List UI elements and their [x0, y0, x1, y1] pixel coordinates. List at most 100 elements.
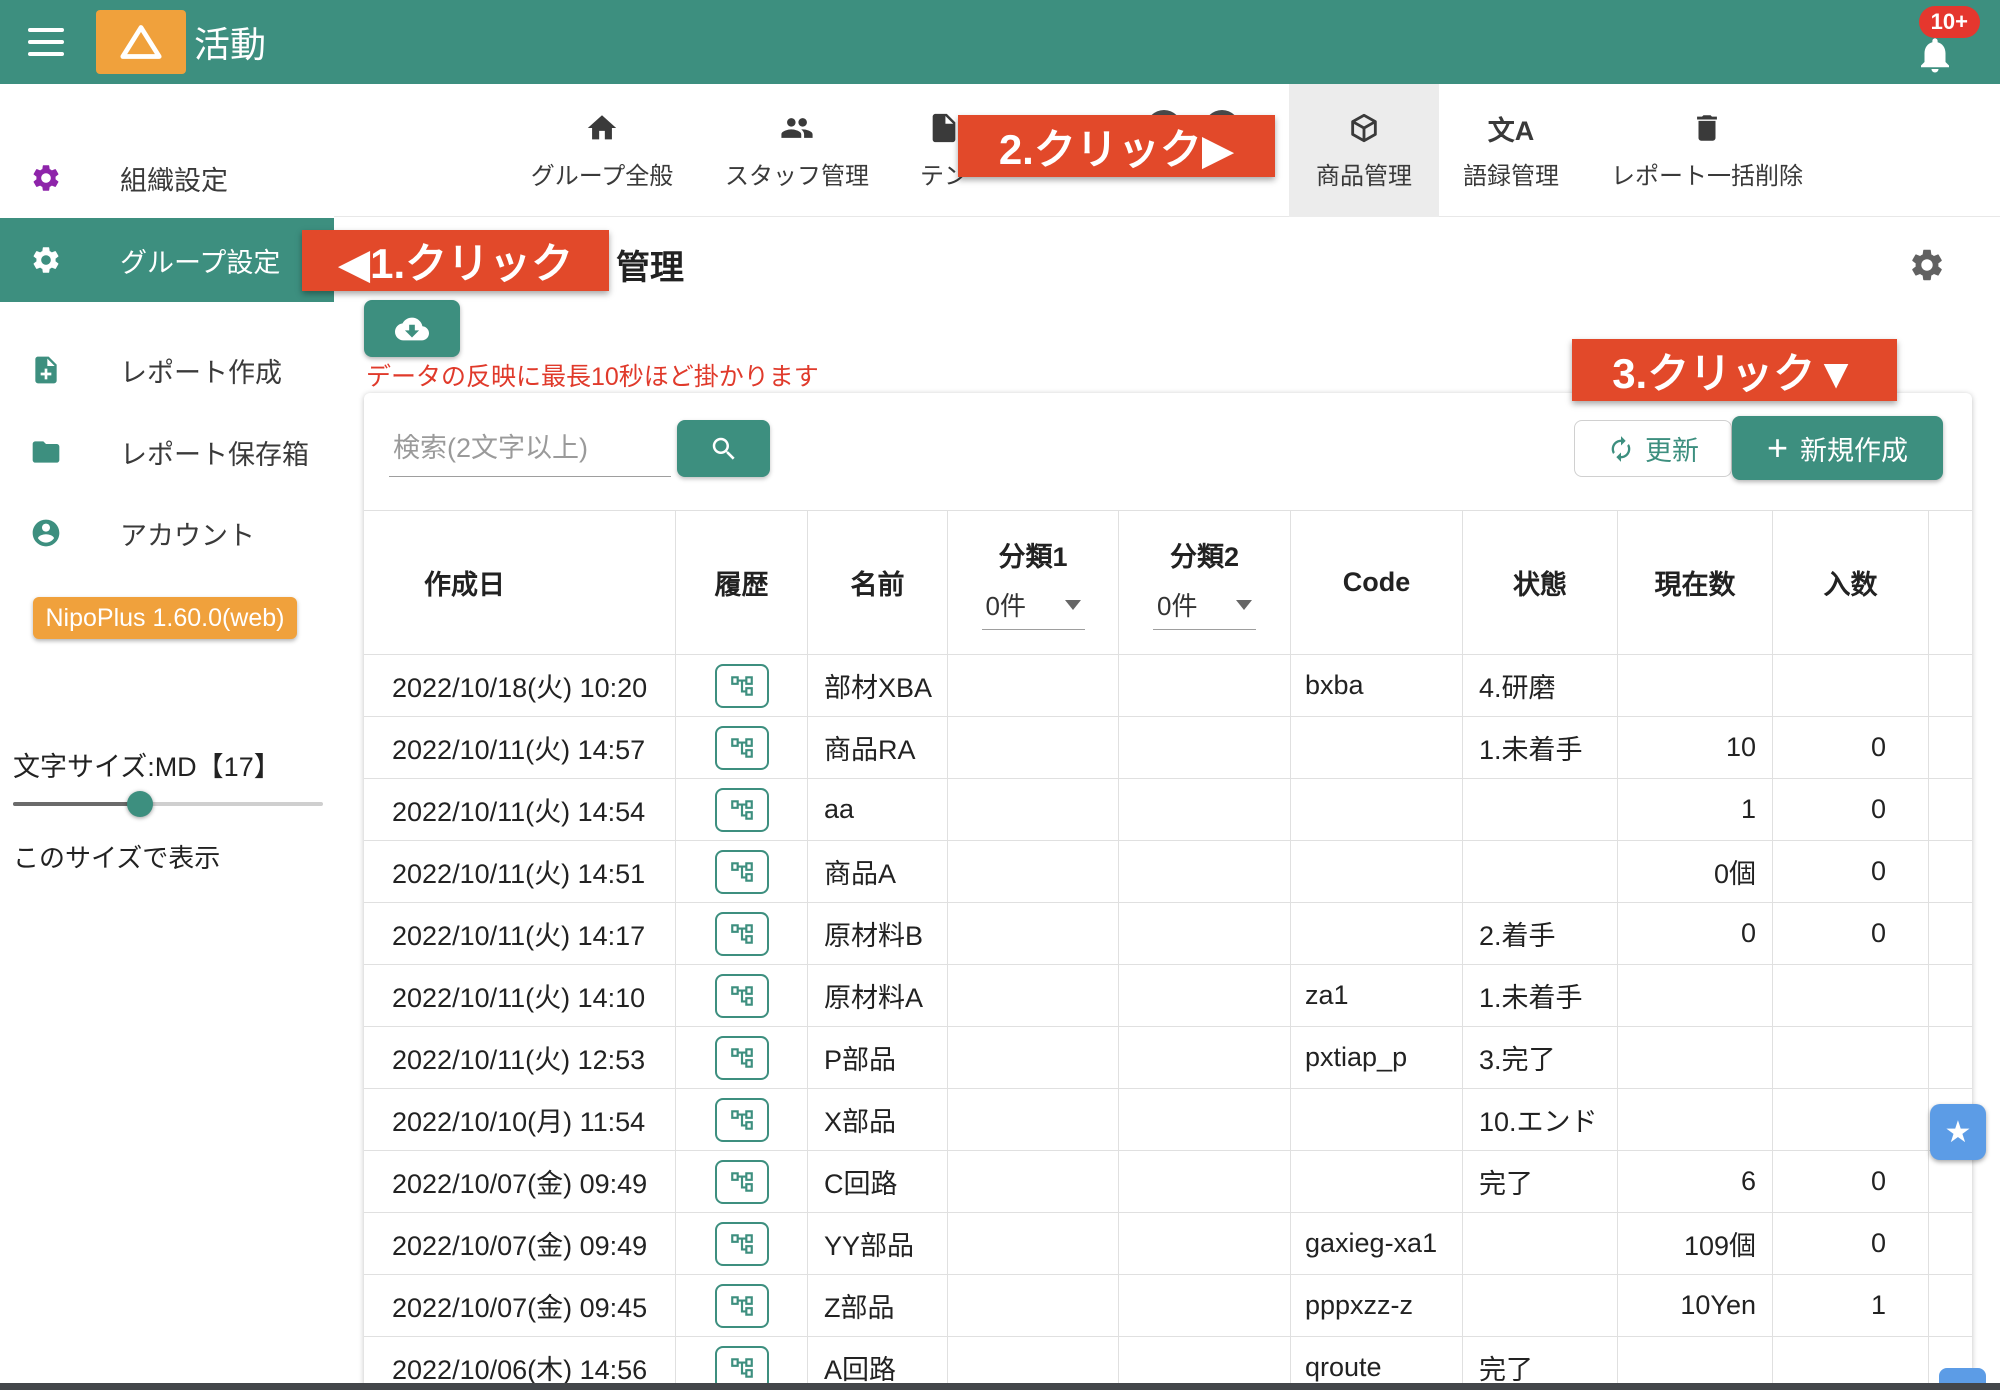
sidebar-item-org-settings[interactable]: 組織設定 [0, 136, 334, 220]
sidebar-item-account[interactable]: アカウント [0, 491, 334, 575]
history-button[interactable] [715, 850, 769, 894]
cell-class2 [1119, 655, 1291, 717]
history-button[interactable] [715, 1036, 769, 1080]
products-table: 作成日 履歴 名前 分類1 0件 分類2 0件 Code 状態 現在数 入数 [364, 510, 1972, 1390]
sidebar-item-create-report[interactable]: レポート作成 [0, 328, 334, 412]
cell-name: Z部品 [808, 1275, 948, 1337]
cell-class1 [948, 1027, 1119, 1089]
document-icon [926, 110, 962, 146]
sidebar-item-label: グループ設定 [120, 241, 280, 280]
font-size-slider[interactable] [13, 790, 323, 818]
cell-tag [1929, 655, 1972, 717]
cell-history [676, 903, 808, 965]
cell-history [676, 1213, 808, 1275]
search-input[interactable] [389, 420, 671, 477]
people-icon [779, 110, 815, 146]
cell-name: 原材料B [808, 903, 948, 965]
cell-current-count: 1 [1618, 779, 1773, 841]
history-button[interactable] [715, 1098, 769, 1142]
history-button[interactable] [715, 1222, 769, 1266]
slider-thumb[interactable] [127, 791, 153, 817]
version-button[interactable]: NipoPlus 1.60.0(web) [33, 597, 297, 639]
sidebar-item-group-settings[interactable]: グループ設定 [0, 218, 334, 302]
cell-name: C回路 [808, 1151, 948, 1213]
history-button[interactable] [715, 664, 769, 708]
sidebar-item-label: レポート保存箱 [120, 433, 309, 472]
history-button[interactable] [715, 974, 769, 1018]
cell-history [676, 1151, 808, 1213]
cell-created-date: 2022/10/11(火) 14:51 [364, 841, 676, 903]
triangle-logo-icon [118, 22, 164, 62]
refresh-label: 更新 [1645, 429, 1699, 468]
menu-icon[interactable] [28, 24, 68, 60]
annotation-click-2: 2.クリック▶ [958, 115, 1275, 177]
column-header-history: 履歴 [676, 511, 808, 655]
column-header-class2: 分類2 0件 [1119, 511, 1291, 655]
cell-current-count [1618, 965, 1773, 1027]
column-header-created-date: 作成日 [364, 511, 676, 655]
refresh-icon [1607, 435, 1635, 463]
cell-history [676, 779, 808, 841]
cell-current-count [1618, 655, 1773, 717]
cell-class1 [948, 1213, 1119, 1275]
class1-filter-select[interactable]: 0件 [982, 586, 1085, 630]
cell-tag [1929, 717, 1972, 779]
class2-filter-select[interactable]: 0件 [1153, 586, 1256, 630]
cell-quantity [1773, 655, 1929, 717]
cell-quantity: 0 [1773, 841, 1929, 903]
package-icon [1346, 110, 1382, 146]
tab-staff-management[interactable]: スタッフ管理 [717, 84, 877, 217]
font-size-label: 文字サイズ:MD【17】 [13, 745, 281, 784]
download-button[interactable] [364, 300, 460, 357]
gear-icon [30, 244, 62, 276]
trash-icon [1689, 110, 1725, 146]
top-bar: 活動 10+ [0, 0, 2000, 84]
history-button[interactable] [715, 726, 769, 770]
history-button[interactable] [715, 788, 769, 832]
cell-name: aa [808, 779, 948, 841]
cell-history [676, 841, 808, 903]
star-icon: ★ [1945, 1115, 1972, 1150]
tab-glossary-management[interactable]: 文A 語録管理 [1441, 84, 1581, 217]
cell-name: 商品RA [808, 717, 948, 779]
column-header-class1: 分類1 0件 [948, 511, 1119, 655]
tree-history-icon [729, 1231, 755, 1257]
cell-class1 [948, 903, 1119, 965]
cell-quantity [1773, 965, 1929, 1027]
history-button[interactable] [715, 1160, 769, 1204]
cell-created-date: 2022/10/10(月) 11:54 [364, 1089, 676, 1151]
refresh-button[interactable]: 更新 [1574, 420, 1732, 477]
favorite-star-button[interactable]: ★ [1930, 1104, 1986, 1160]
cell-status [1463, 1213, 1618, 1275]
page-settings-gear-icon[interactable] [1908, 246, 1946, 284]
create-new-button[interactable]: + 新規作成 [1732, 416, 1943, 480]
tab-bulk-delete-reports[interactable]: レポート一括削除 [1597, 84, 1817, 217]
tab-group-general[interactable]: グループ全般 [522, 84, 682, 217]
history-button[interactable] [715, 912, 769, 956]
cell-class1 [948, 965, 1119, 1027]
tab-product-management[interactable]: 商品管理 [1289, 84, 1439, 217]
tree-history-icon [729, 1293, 755, 1319]
search-button[interactable] [677, 420, 770, 477]
cell-tag [1929, 903, 1972, 965]
cell-class2 [1119, 841, 1291, 903]
cell-quantity: 0 [1773, 717, 1929, 779]
cell-code: pppxzz-z [1291, 1275, 1463, 1337]
tree-history-icon [729, 1045, 755, 1071]
sidebar-item-report-box[interactable]: レポート保存箱 [0, 410, 334, 494]
tab-label: スタッフ管理 [725, 156, 869, 191]
column-header-quantity: 入数 [1773, 511, 1929, 655]
cell-tag [1929, 1213, 1972, 1275]
history-button[interactable] [715, 1284, 769, 1328]
cell-quantity [1773, 1027, 1929, 1089]
cell-history [676, 717, 808, 779]
cell-current-count: 10 [1618, 717, 1773, 779]
notifications-bell-icon[interactable] [1914, 34, 1956, 76]
annotation-click-3: 3.クリック▼ [1572, 339, 1897, 401]
cell-name: 部材XBA [808, 655, 948, 717]
cell-code [1291, 903, 1463, 965]
app-logo[interactable] [96, 10, 186, 74]
cell-class2 [1119, 965, 1291, 1027]
tab-label: 商品管理 [1316, 156, 1412, 191]
plus-icon: + [1767, 430, 1788, 466]
